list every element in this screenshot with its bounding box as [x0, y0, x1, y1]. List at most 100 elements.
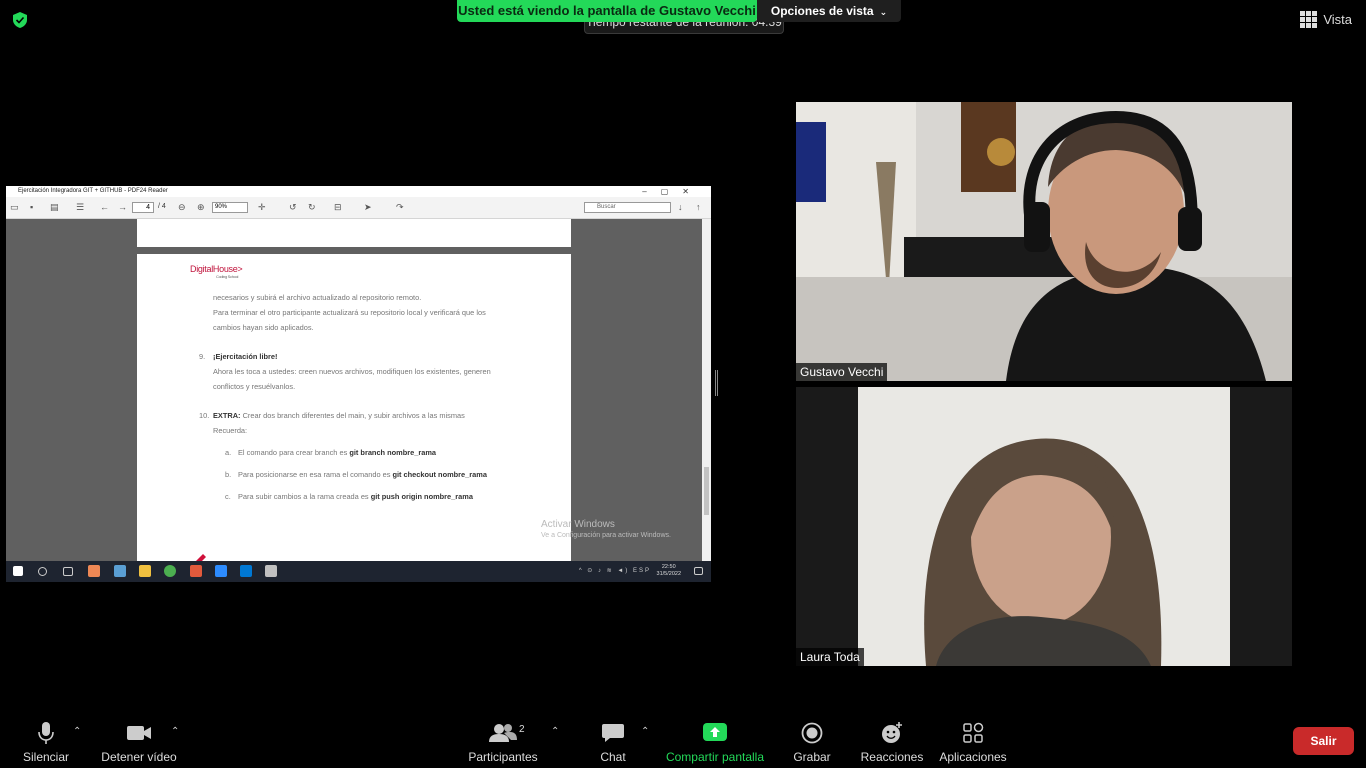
item-heading: ¡Ejercitación libre! — [213, 352, 278, 361]
chat-label: Chat — [600, 750, 626, 764]
windows-start-icon — [13, 566, 23, 576]
taskbar-clock: 22:50 31/5/2022 — [657, 564, 681, 578]
pdf-line: Ahora les toca a ustedes: creen nuevos a… — [213, 367, 491, 376]
system-tray: ^ ⊙ ♪ ≋ ◄) ESP — [578, 568, 651, 574]
subitem-text: Para posicionarse en esa rama el comando… — [238, 470, 393, 479]
window-controls: –▢✕ — [642, 187, 703, 196]
encryption-shield-icon[interactable] — [11, 11, 29, 29]
participants-options-chevron-icon[interactable]: ⌃ — [551, 726, 559, 737]
open-icon: ▭ — [10, 202, 19, 212]
list-icon: ☰ — [76, 202, 85, 212]
view-options-label: Opciones de vista — [770, 4, 874, 18]
activate-title: Activar Windows — [541, 519, 615, 530]
subitem-letter: a. — [225, 448, 232, 457]
reaction-emoji-icon — [882, 722, 902, 743]
forward-arrow-icon: → — [118, 202, 127, 212]
activate-windows-watermark: Activar Windows Ve a Configuración para … — [541, 519, 671, 539]
scrollbar-thumb — [704, 467, 709, 515]
subitem-text: El comando para crear branch es — [238, 448, 350, 457]
reactions-label: Reacciones — [860, 750, 924, 764]
pdf24-icon — [265, 565, 277, 577]
pdf-viewport: DigitalHouse> Coding School necesarios y… — [6, 219, 711, 565]
record-label: Grabar — [793, 750, 831, 764]
participant-name: Laura Toda — [796, 648, 864, 666]
split-resize-handle[interactable] — [715, 370, 718, 396]
back-arrow-icon: ← — [100, 202, 109, 212]
shared-screen[interactable]: Ejercitación Integradora GIT + GITHUB - … — [6, 186, 711, 582]
folder-icon — [139, 565, 151, 577]
subitem-command: git push origin nombre_rama — [370, 492, 473, 501]
pdf-line-extra: EXTRA: Crear dos branch diferentes del m… — [213, 411, 465, 420]
activate-subtitle: Ve a Configuración para activar Windows. — [541, 532, 671, 539]
zoom-app-icon — [215, 565, 227, 577]
reactions-button[interactable]: Reacciones — [860, 720, 924, 764]
search-up-icon: ↑ — [696, 202, 701, 212]
search-icon — [38, 567, 47, 576]
rotate-left-icon: ↺ — [289, 202, 297, 212]
grid-view-icon — [1300, 11, 1318, 28]
extra-text: Crear dos branch diferentes del main, y … — [240, 411, 465, 420]
sharing-banner: Usted está viendo la pantalla de Gustavo… — [457, 0, 757, 22]
pdf-window-title: Ejercitación Integradora GIT + GITHUB - … — [18, 188, 168, 194]
vscode-icon — [240, 565, 252, 577]
subitem-command: git branch nombre_rama — [349, 448, 436, 457]
pdf-line: conflictos y resuélvanlos. — [213, 382, 296, 391]
share-screen-button[interactable]: Compartir pantalla — [664, 720, 766, 764]
logo-subtitle: Coding School — [216, 274, 239, 279]
record-button[interactable]: Grabar — [792, 720, 832, 764]
participants-button[interactable]: Participantes — [468, 720, 538, 764]
notification-icon — [694, 567, 703, 575]
mute-button[interactable]: Silenciar — [20, 720, 72, 764]
pdf-page: DigitalHouse> Coding School necesarios y… — [137, 254, 571, 565]
stop-video-label: Detener vídeo — [101, 750, 177, 764]
print-icon: ▤ — [50, 202, 59, 212]
video-tile-gustavo[interactable]: Gustavo Vecchi — [796, 102, 1292, 381]
task-view-icon — [63, 567, 73, 576]
video-camera-icon — [127, 726, 151, 740]
item-number: 9. — [199, 352, 206, 361]
tray-language: ESP — [632, 568, 651, 574]
subitem-a: El comando para crear branch es git bran… — [238, 448, 436, 457]
view-button[interactable]: Vista — [1300, 11, 1352, 28]
stop-video-button[interactable]: Detener vídeo — [100, 720, 178, 764]
extra-label: EXTRA: — [213, 411, 241, 420]
pdf-window-titlebar: Ejercitación Integradora GIT + GITHUB - … — [6, 186, 711, 197]
page-number-input: 4 — [132, 202, 154, 213]
apps-button[interactable]: Aplicaciones — [938, 720, 1008, 764]
move-icon: ✛ — [258, 202, 266, 212]
video-tile-laura[interactable]: Laura Toda — [796, 387, 1292, 666]
pdf-previous-page — [137, 219, 571, 247]
save-icon: ▪ — [30, 202, 34, 212]
apps-label: Aplicaciones — [939, 750, 1007, 764]
chat-button[interactable]: Chat — [596, 720, 630, 764]
record-icon — [801, 722, 823, 744]
audio-options-chevron-icon[interactable]: ⌃ — [73, 726, 81, 737]
participants-label: Participantes — [468, 750, 538, 764]
pdf-search-input: Buscar — [584, 202, 671, 213]
microphone-icon — [38, 722, 54, 744]
cursor-icon: ➤ — [364, 202, 372, 212]
subitem-letter: b. — [225, 470, 232, 479]
chrome-icon — [164, 565, 176, 577]
view-options-button[interactable]: Opciones de vista ⌄ — [757, 0, 901, 22]
pdf-line: Para terminar el otro participante actua… — [213, 308, 486, 317]
item-number: 10. — [199, 411, 210, 420]
pdf-line: necesarios y subirá el archivo actualiza… — [213, 293, 422, 302]
fit-width-icon: ⊟ — [334, 202, 342, 212]
pdf-scrollbar — [702, 219, 711, 561]
subitem-text: Para subir cambios a la rama creada es — [238, 492, 371, 501]
share-arrow-icon: ↷ — [396, 202, 404, 212]
subitem-command: git checkout nombre_rama — [392, 470, 487, 479]
subitem-letter: c. — [225, 492, 231, 501]
chat-bubble-icon — [602, 724, 624, 742]
app-icon — [88, 565, 100, 577]
app-icon — [190, 565, 202, 577]
leave-meeting-button[interactable]: Salir — [1293, 727, 1354, 755]
pdf-line: Recuerda: — [213, 426, 248, 435]
view-label: Vista — [1323, 12, 1352, 27]
pdf-toolbar: ▭ ▪ ▤ ☰ ← → 4 / 4 ⊖ ⊕ 90% ✛ ↺ ↻ ⊟ ➤ ↷ Bu… — [6, 197, 711, 219]
participant-video — [796, 102, 1292, 381]
chat-options-chevron-icon[interactable]: ⌃ — [641, 726, 649, 737]
participant-video — [796, 387, 1292, 666]
video-options-chevron-icon[interactable]: ⌃ — [171, 726, 179, 737]
